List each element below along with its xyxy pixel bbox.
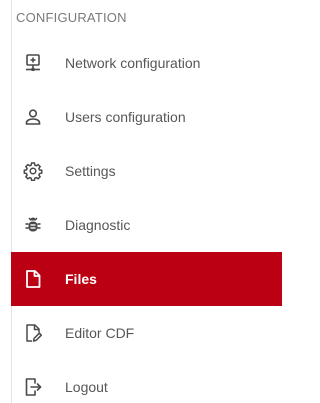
section-header: CONFIGURATION	[16, 10, 127, 25]
sidebar-item-label: Network configuration	[65, 55, 201, 71]
sidebar-item-label: Settings	[65, 163, 116, 179]
network-icon	[23, 53, 43, 73]
sidebar-item-diagnostic[interactable]: Diagnostic	[0, 198, 282, 252]
file-icon	[23, 269, 43, 289]
file-edit-icon	[23, 323, 43, 343]
sidebar-item-label: Logout	[65, 379, 108, 395]
sidebar-item-label: Files	[65, 271, 97, 287]
sidebar-menu: Network configuration Users configuratio…	[0, 36, 282, 403]
sidebar-item-users-configuration[interactable]: Users configuration	[0, 90, 282, 144]
bug-icon	[23, 215, 43, 235]
sidebar-item-files[interactable]: Files	[11, 252, 282, 306]
sidebar-item-logout[interactable]: Logout	[0, 360, 282, 403]
sidebar-item-label: Diagnostic	[65, 217, 131, 233]
sidebar-item-label: Editor CDF	[65, 325, 135, 341]
sidebar: CONFIGURATION Network configuration User…	[0, 0, 282, 403]
gear-icon	[23, 161, 43, 181]
sidebar-item-settings[interactable]: Settings	[0, 144, 282, 198]
sidebar-item-network-configuration[interactable]: Network configuration	[0, 36, 282, 90]
sidebar-item-label: Users configuration	[65, 109, 186, 125]
user-icon	[23, 107, 43, 127]
logout-icon	[23, 377, 43, 397]
sidebar-item-editor-cdf[interactable]: Editor CDF	[0, 306, 282, 360]
